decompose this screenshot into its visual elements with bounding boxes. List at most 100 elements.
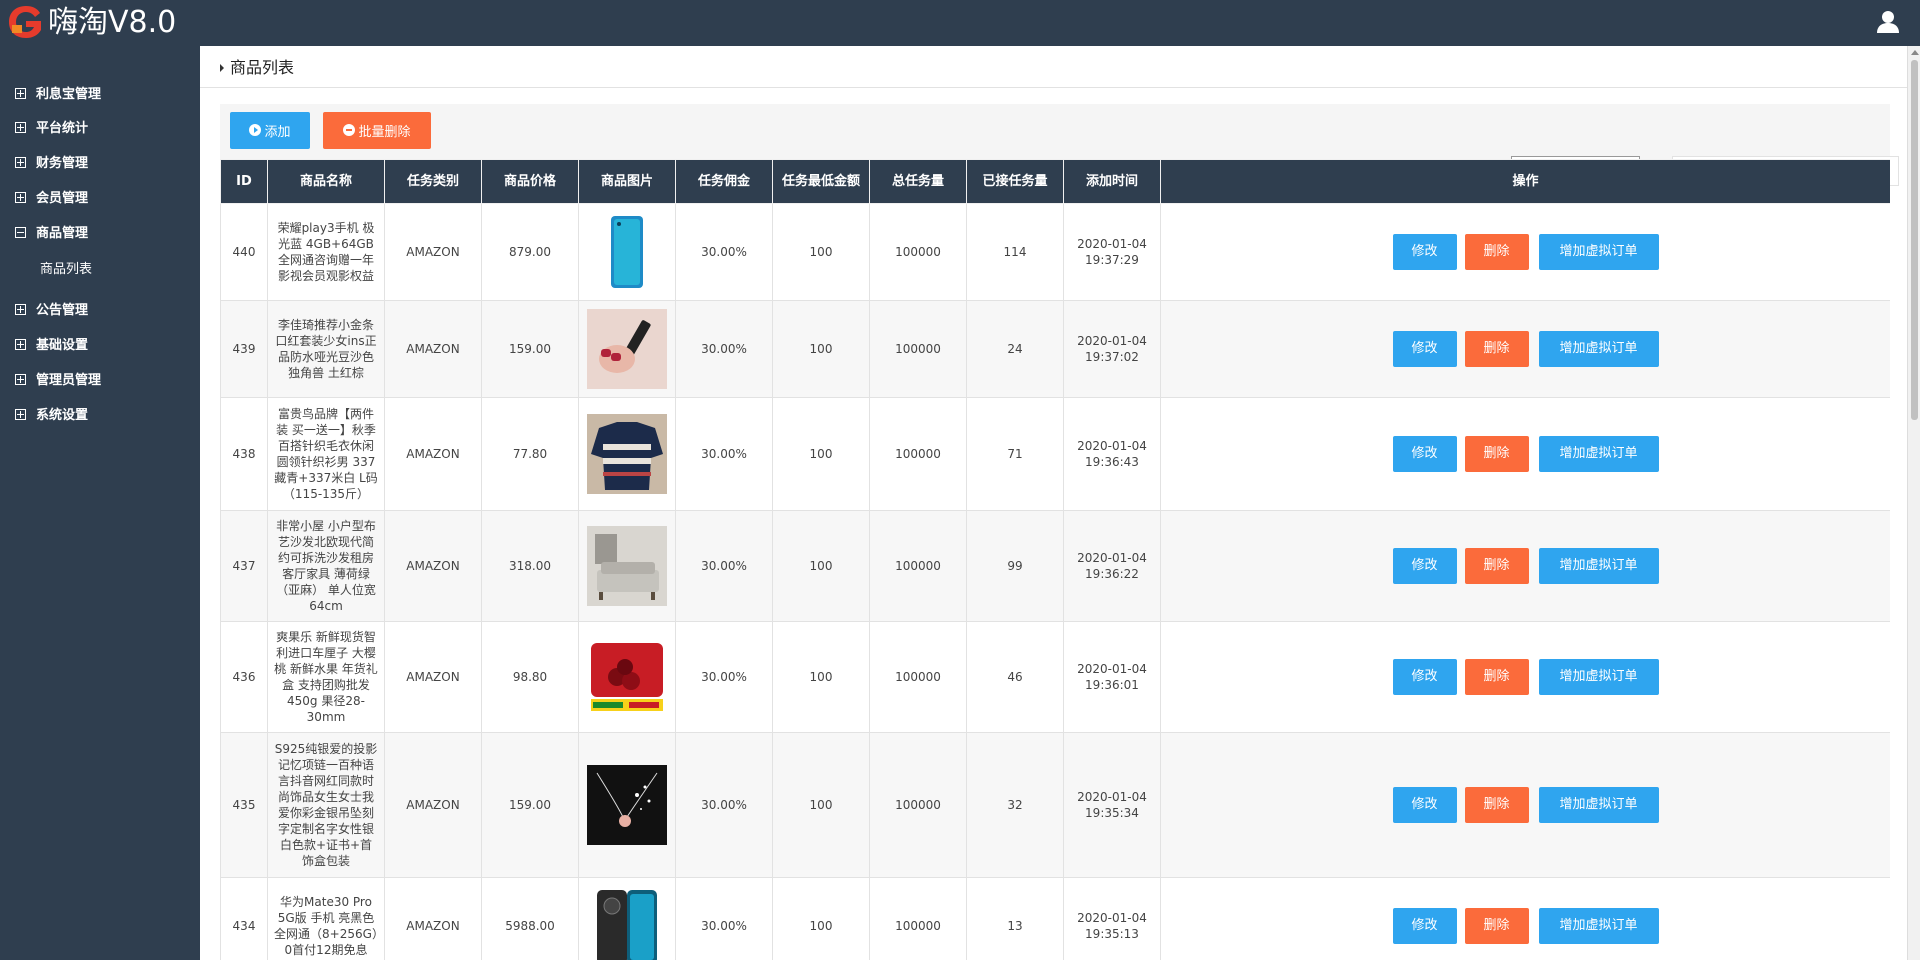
expand-icon xyxy=(15,122,26,133)
cell-taken: 46 xyxy=(966,621,1064,733)
add-virtual-order-button[interactable]: 增加虚拟订单 xyxy=(1538,234,1659,270)
add-virtual-order-button[interactable]: 增加虚拟订单 xyxy=(1538,331,1659,367)
sidebar-item-members[interactable]: 会员管理 xyxy=(0,184,200,214)
column-header: 任务佣金 xyxy=(675,159,773,204)
collapse-icon xyxy=(15,227,26,238)
cell-actions: 修改 删除 增加虚拟订单 xyxy=(1160,732,1890,878)
delete-button[interactable]: 删除 xyxy=(1464,234,1529,270)
cell-commission: 30.00% xyxy=(675,397,773,511)
sidebar-item-statistics[interactable]: 平台统计 xyxy=(0,114,200,144)
sidebar-item-system-settings[interactable]: 系统设置 xyxy=(0,401,200,431)
edit-button[interactable]: 修改 xyxy=(1392,234,1457,270)
column-header: 已接任务量 xyxy=(966,159,1064,204)
table-row: 437 非常小屋 小户型布艺沙发北欧现代简约可拆洗沙发租房客厅家具 薄荷绿（亚麻… xyxy=(220,510,1890,622)
add-virtual-order-button[interactable]: 增加虚拟订单 xyxy=(1538,436,1659,472)
add-virtual-order-button[interactable]: 增加虚拟订单 xyxy=(1538,908,1659,944)
edit-button[interactable]: 修改 xyxy=(1392,787,1457,823)
edit-button[interactable]: 修改 xyxy=(1392,548,1457,584)
column-header: 操作 xyxy=(1160,159,1890,204)
edit-button[interactable]: 修改 xyxy=(1392,659,1457,695)
delete-button[interactable]: 删除 xyxy=(1464,548,1529,584)
cell-min-amount: 100 xyxy=(772,877,870,960)
sidebar-item-admins[interactable]: 管理员管理 xyxy=(0,366,200,396)
cell-commission: 30.00% xyxy=(675,510,773,622)
caret-right-icon xyxy=(220,64,224,72)
edit-button[interactable]: 修改 xyxy=(1392,436,1457,472)
cell-clock: 19:35:13 xyxy=(1085,927,1139,941)
cell-price: 5988.00 xyxy=(481,877,579,960)
product-image-sweater[interactable] xyxy=(587,414,667,494)
cell-commission: 30.00% xyxy=(675,621,773,733)
add-button[interactable]: 添加 xyxy=(230,112,310,149)
cell-time: 2020-01-04 19:35:13 xyxy=(1063,877,1161,960)
batch-delete-label: 批量删除 xyxy=(358,125,411,140)
cell-price: 318.00 xyxy=(481,510,579,622)
cell-time: 2020-01-04 19:37:29 xyxy=(1063,203,1161,301)
cell-min-amount: 100 xyxy=(772,203,870,301)
sidebar-item-label: 平台统计 xyxy=(36,121,89,136)
cell-total: 100000 xyxy=(869,300,967,398)
cell-min-amount: 100 xyxy=(772,510,870,622)
scroll-thumb[interactable] xyxy=(1911,60,1918,420)
edit-button[interactable]: 修改 xyxy=(1392,908,1457,944)
cell-taken: 99 xyxy=(966,510,1064,622)
table-row: 438 富贵鸟品牌【两件装 买一送一】秋季百搭针织毛衣休闲圆领针织衫男 337藏… xyxy=(220,397,1890,511)
table-row: 436 爽果乐 新鲜现货智利进口车厘子 大樱桃 新鲜水果 年货礼盒 支持团购批发… xyxy=(220,621,1890,733)
cell-commission: 30.00% xyxy=(675,877,773,960)
add-virtual-order-button[interactable]: 增加虚拟订单 xyxy=(1538,659,1659,695)
product-image-phone-5g[interactable] xyxy=(587,886,667,960)
sidebar-item-announcements[interactable]: 公告管理 xyxy=(0,296,200,326)
cell-min-amount: 100 xyxy=(772,397,870,511)
cell-clock: 19:36:22 xyxy=(1085,567,1139,581)
table-row: 440 荣耀play3手机 极光蓝 4GB+64GB 全网通咨询赠一年影视会员观… xyxy=(220,203,1890,301)
sidebar-item-basic-settings[interactable]: 基础设置 xyxy=(0,331,200,361)
cell-total: 100000 xyxy=(869,203,967,301)
table-header-row: ID 商品名称 任务类别 商品价格 商品图片 任务佣金 任务最低金额 总任务量 … xyxy=(220,159,1890,204)
toolbar: 添加 批量删除 --请选择任务类目-- xyxy=(220,104,1899,186)
cell-id: 436 xyxy=(220,621,268,733)
sidebar-item-label: 商品管理 xyxy=(36,226,89,241)
add-virtual-order-button[interactable]: 增加虚拟订单 xyxy=(1538,548,1659,584)
cell-time: 2020-01-04 19:36:01 xyxy=(1063,621,1161,733)
cell-date: 2020-01-04 xyxy=(1077,334,1147,348)
cell-image xyxy=(578,732,676,878)
breadcrumb: 商品列表 xyxy=(200,46,1907,88)
product-image-cherries[interactable] xyxy=(587,637,667,717)
expand-icon xyxy=(15,304,26,315)
expand-icon xyxy=(15,192,26,203)
scroll-up-arrow-icon[interactable] xyxy=(1911,50,1919,55)
cell-time: 2020-01-04 19:36:43 xyxy=(1063,397,1161,511)
product-image-necklace[interactable] xyxy=(587,765,667,845)
delete-button[interactable]: 删除 xyxy=(1464,331,1529,367)
add-virtual-order-button[interactable]: 增加虚拟订单 xyxy=(1538,787,1659,823)
cell-commission: 30.00% xyxy=(675,203,773,301)
cell-total: 100000 xyxy=(869,510,967,622)
cell-date: 2020-01-04 xyxy=(1077,790,1147,804)
cell-category: AMAZON xyxy=(384,300,482,398)
cell-date: 2020-01-04 xyxy=(1077,551,1147,565)
cell-commission: 30.00% xyxy=(675,732,773,878)
user-icon[interactable] xyxy=(1876,10,1900,34)
vertical-scrollbar[interactable] xyxy=(1907,46,1920,960)
sidebar-subitem-product-list[interactable]: 商品列表 xyxy=(0,254,200,284)
batch-delete-button[interactable]: 批量删除 xyxy=(323,112,431,149)
sidebar-item-products[interactable]: 商品管理 xyxy=(0,219,200,249)
cell-price: 77.80 xyxy=(481,397,579,511)
delete-button[interactable]: 删除 xyxy=(1464,908,1529,944)
table-row: 434 华为Mate30 Pro 5G版 手机 亮黑色 全网通（8+256G）0… xyxy=(220,877,1890,960)
cell-id: 439 xyxy=(220,300,268,398)
product-image-sofa[interactable] xyxy=(587,526,667,606)
delete-button[interactable]: 删除 xyxy=(1464,436,1529,472)
cell-product-name: 富贵鸟品牌【两件装 买一送一】秋季百搭针织毛衣休闲圆领针织衫男 337藏青+33… xyxy=(267,397,385,511)
cell-category: AMAZON xyxy=(384,510,482,622)
sidebar-subitem-label: 商品列表 xyxy=(40,262,93,277)
sidebar-item-finance[interactable]: 财务管理 xyxy=(0,149,200,179)
cell-clock: 19:37:29 xyxy=(1085,253,1139,267)
delete-button[interactable]: 删除 xyxy=(1464,787,1529,823)
sidebar-item-interest[interactable]: 利息宝管理 xyxy=(0,80,200,110)
delete-button[interactable]: 删除 xyxy=(1464,659,1529,695)
cell-total: 100000 xyxy=(869,397,967,511)
product-image-lipstick[interactable] xyxy=(587,309,667,389)
edit-button[interactable]: 修改 xyxy=(1392,331,1457,367)
product-image-phone[interactable] xyxy=(587,212,667,292)
